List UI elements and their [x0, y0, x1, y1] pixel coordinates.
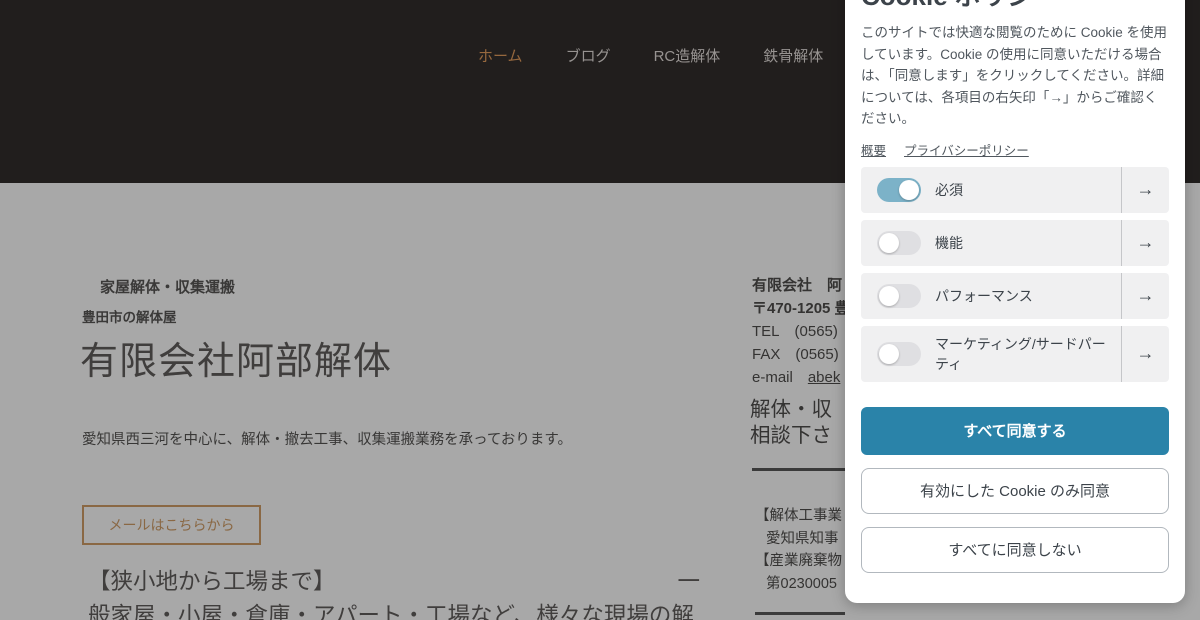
- required-toggle[interactable]: [877, 178, 921, 202]
- license-line: 【解体工事業: [755, 505, 842, 528]
- email-label: e-mail: [752, 369, 793, 386]
- toggle-knob: [879, 344, 899, 364]
- divider-rule: [752, 468, 845, 471]
- marketing-detail-button[interactable]: →: [1121, 326, 1169, 382]
- cookie-dialog-description: このサイトでは快適な閲覧のために Cookie を使用しています。Cookie …: [861, 22, 1169, 130]
- hero-eyebrow: 家屋解体・収集運搬: [100, 276, 235, 297]
- functional-detail-button[interactable]: →: [1121, 220, 1169, 266]
- cookie-toggle-list: 必須 → 機能 → パフォーマンス → マーケティング/サードパーティ →: [861, 167, 1169, 382]
- cookie-links: 概要 プライバシーポリシー: [861, 140, 1169, 159]
- right-arrow-icon: →: [1137, 343, 1155, 364]
- section-heading: 【狭小地から工場まで】: [88, 564, 336, 596]
- overview-link[interactable]: 概要: [861, 140, 886, 159]
- tel-value: (0565): [795, 323, 838, 340]
- nav-item-rc-demolition[interactable]: RC造解体: [654, 45, 721, 66]
- contact-lead: 解体・収 相談下さ: [750, 397, 832, 449]
- lead-line-1: 解体・収: [750, 397, 832, 423]
- hero-subtitle: 豊田市の解体屋: [82, 306, 177, 326]
- right-arrow-icon: →: [1137, 179, 1155, 200]
- privacy-policy-link[interactable]: プライバシーポリシー: [904, 140, 1029, 159]
- marketing-toggle[interactable]: [877, 342, 921, 366]
- cookie-consent-dialog: Cookie ポリシー このサイトでは快適な閲覧のために Cookie を使用し…: [845, 0, 1185, 603]
- toggle-label: パフォーマンス: [935, 286, 1111, 306]
- toggle-label: 機能: [935, 233, 1111, 253]
- section-heading-wrap-char: 一: [677, 564, 700, 596]
- hero-description: 愛知県西三河を中心に、解体・撤去工事、収集運搬業務を承っております。: [82, 428, 572, 449]
- section-body-line: 般家屋・小屋・倉庫・アパート・工場など、様々な現場の解: [88, 598, 748, 620]
- functional-toggle[interactable]: [877, 231, 921, 255]
- nav-item-home[interactable]: ホーム: [478, 45, 523, 66]
- performance-detail-button[interactable]: →: [1121, 273, 1169, 319]
- accept-all-button[interactable]: すべて同意する: [861, 407, 1169, 455]
- fax-value: (0565): [795, 346, 838, 363]
- mail-contact-button[interactable]: メールはこちらから: [82, 505, 261, 545]
- tel-label: TEL: [752, 323, 780, 340]
- license-line: 第0230005: [755, 573, 842, 596]
- license-list: 【解体工事業 愛知県知事 【産業廃棄物 第0230005: [755, 505, 842, 595]
- toggle-knob: [879, 233, 899, 253]
- right-arrow-icon: →: [1137, 232, 1155, 253]
- required-detail-button[interactable]: →: [1121, 167, 1169, 213]
- toggle-knob: [899, 180, 919, 200]
- nav-item-steel-demolition[interactable]: 鉄骨解体: [763, 45, 823, 66]
- toggle-label: 必須: [935, 180, 1111, 200]
- license-line: 【産業廃棄物: [755, 550, 842, 573]
- accept-enabled-only-button[interactable]: 有効にした Cookie のみ同意: [861, 468, 1169, 514]
- cookie-row-performance: パフォーマンス →: [861, 273, 1169, 319]
- cookie-row-marketing: マーケティング/サードパーティ →: [861, 326, 1169, 382]
- toggle-knob: [879, 286, 899, 306]
- page-title: 有限会社阿部解体: [80, 330, 392, 385]
- cookie-row-required: 必須 →: [861, 167, 1169, 213]
- nav-item-blog[interactable]: ブログ: [566, 45, 611, 66]
- cookie-row-functional: 機能 →: [861, 220, 1169, 266]
- right-arrow-icon: →: [1137, 285, 1155, 306]
- reject-all-button[interactable]: すべてに同意しない: [861, 527, 1169, 573]
- lead-line-2: 相談下さ: [750, 423, 832, 449]
- email-link[interactable]: abek: [808, 369, 841, 386]
- license-line: 愛知県知事: [755, 528, 842, 551]
- section-heading-row: 【狭小地から工場まで】 一: [88, 564, 700, 596]
- performance-toggle[interactable]: [877, 284, 921, 308]
- main-nav: ホーム ブログ RC造解体 鉄骨解体: [478, 45, 823, 66]
- toggle-label: マーケティング/サードパーティ: [935, 334, 1111, 374]
- cookie-dialog-title: Cookie ポリシー: [861, 0, 1169, 12]
- divider-rule-bottom: [755, 612, 845, 615]
- fax-label: FAX: [752, 346, 780, 363]
